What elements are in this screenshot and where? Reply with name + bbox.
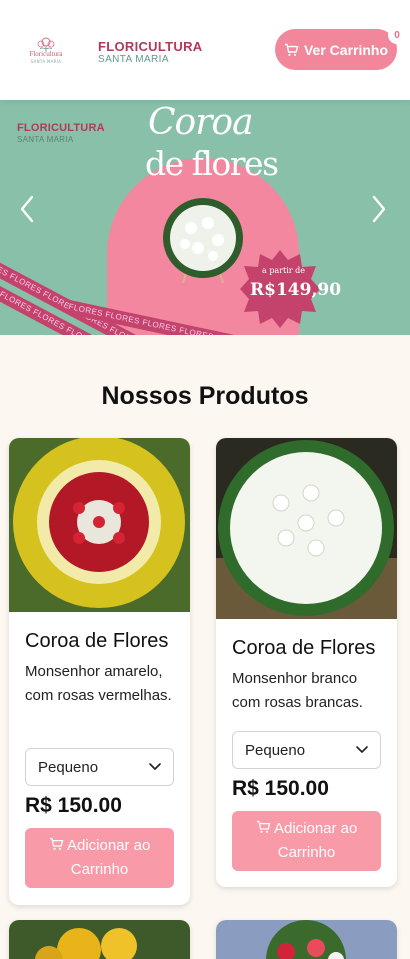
product-description: Monsenhor amarelo, com rosas vermelhas. bbox=[25, 663, 172, 704]
carousel-prev-icon[interactable] bbox=[18, 194, 38, 224]
product-card: Coroa de Flores Monsenhor amarelo, com r… bbox=[9, 438, 190, 905]
chevron-down-icon bbox=[149, 763, 161, 770]
cart-icon bbox=[284, 43, 299, 56]
add-to-cart-button[interactable]: Adicionar ao Carrinho bbox=[232, 811, 381, 871]
product-card bbox=[9, 920, 190, 959]
product-card bbox=[216, 920, 397, 959]
add-to-cart-label: Adicionar ao Carrinho bbox=[66, 837, 151, 878]
hero-price-prefix: a partir de bbox=[262, 266, 306, 275]
product-title: Coroa de Flores bbox=[232, 637, 376, 659]
carousel-next-icon[interactable] bbox=[368, 194, 388, 224]
hero-price-value: R$149,90 bbox=[250, 280, 342, 300]
product-title: Coroa de Flores bbox=[25, 630, 169, 652]
size-select-value: Pequeno bbox=[245, 741, 306, 759]
logo-subtext: SANTA MARIA bbox=[30, 59, 62, 64]
cart-icon bbox=[256, 820, 270, 833]
product-price: R$ 150.00 bbox=[232, 777, 329, 800]
product-description: Monsenhor branco com rosas brancas. bbox=[232, 670, 363, 711]
view-cart-button[interactable]: Ver Carrinho bbox=[275, 29, 397, 70]
hero-brand-name: FLORICULTURA bbox=[17, 122, 105, 134]
product-image[interactable] bbox=[9, 920, 190, 959]
size-select[interactable]: Pequeno bbox=[25, 748, 174, 786]
size-select[interactable]: Pequeno bbox=[232, 731, 381, 769]
product-image[interactable] bbox=[216, 438, 397, 619]
product-image[interactable] bbox=[9, 438, 190, 612]
hero-title-line2: de flores bbox=[145, 144, 279, 183]
logo-text: Floricultura bbox=[29, 50, 63, 58]
view-cart-label: Ver Carrinho bbox=[303, 41, 389, 58]
add-to-cart-button[interactable]: Adicionar ao Carrinho bbox=[25, 828, 174, 888]
cart-count-badge: 0 bbox=[388, 26, 406, 44]
hero-title-line1: Coroa bbox=[148, 102, 254, 143]
cart-icon bbox=[49, 837, 63, 850]
wreath-image-icon bbox=[163, 198, 243, 284]
hero-brand-subtitle: SANTA MARIA bbox=[17, 135, 74, 144]
size-select-value: Pequeno bbox=[38, 758, 99, 776]
brand-name[interactable]: FLORICULTURA bbox=[98, 39, 202, 54]
hero-carousel[interactable]: FLORICULTURA SANTA MARIA Coroa de flores… bbox=[0, 100, 410, 335]
add-to-cart-label: Adicionar ao Carrinho bbox=[273, 820, 358, 861]
brand-subtitle: SANTA MARIA bbox=[98, 54, 169, 65]
product-image[interactable] bbox=[216, 920, 397, 959]
product-price: R$ 150.00 bbox=[25, 794, 122, 817]
site-header: Floricultura SANTA MARIA FLORICULTURA SA… bbox=[0, 0, 410, 100]
section-title: Nossos Produtos bbox=[101, 382, 309, 410]
product-card: Coroa de Flores Monsenhor branco com ros… bbox=[216, 438, 397, 887]
chevron-down-icon bbox=[356, 746, 368, 753]
